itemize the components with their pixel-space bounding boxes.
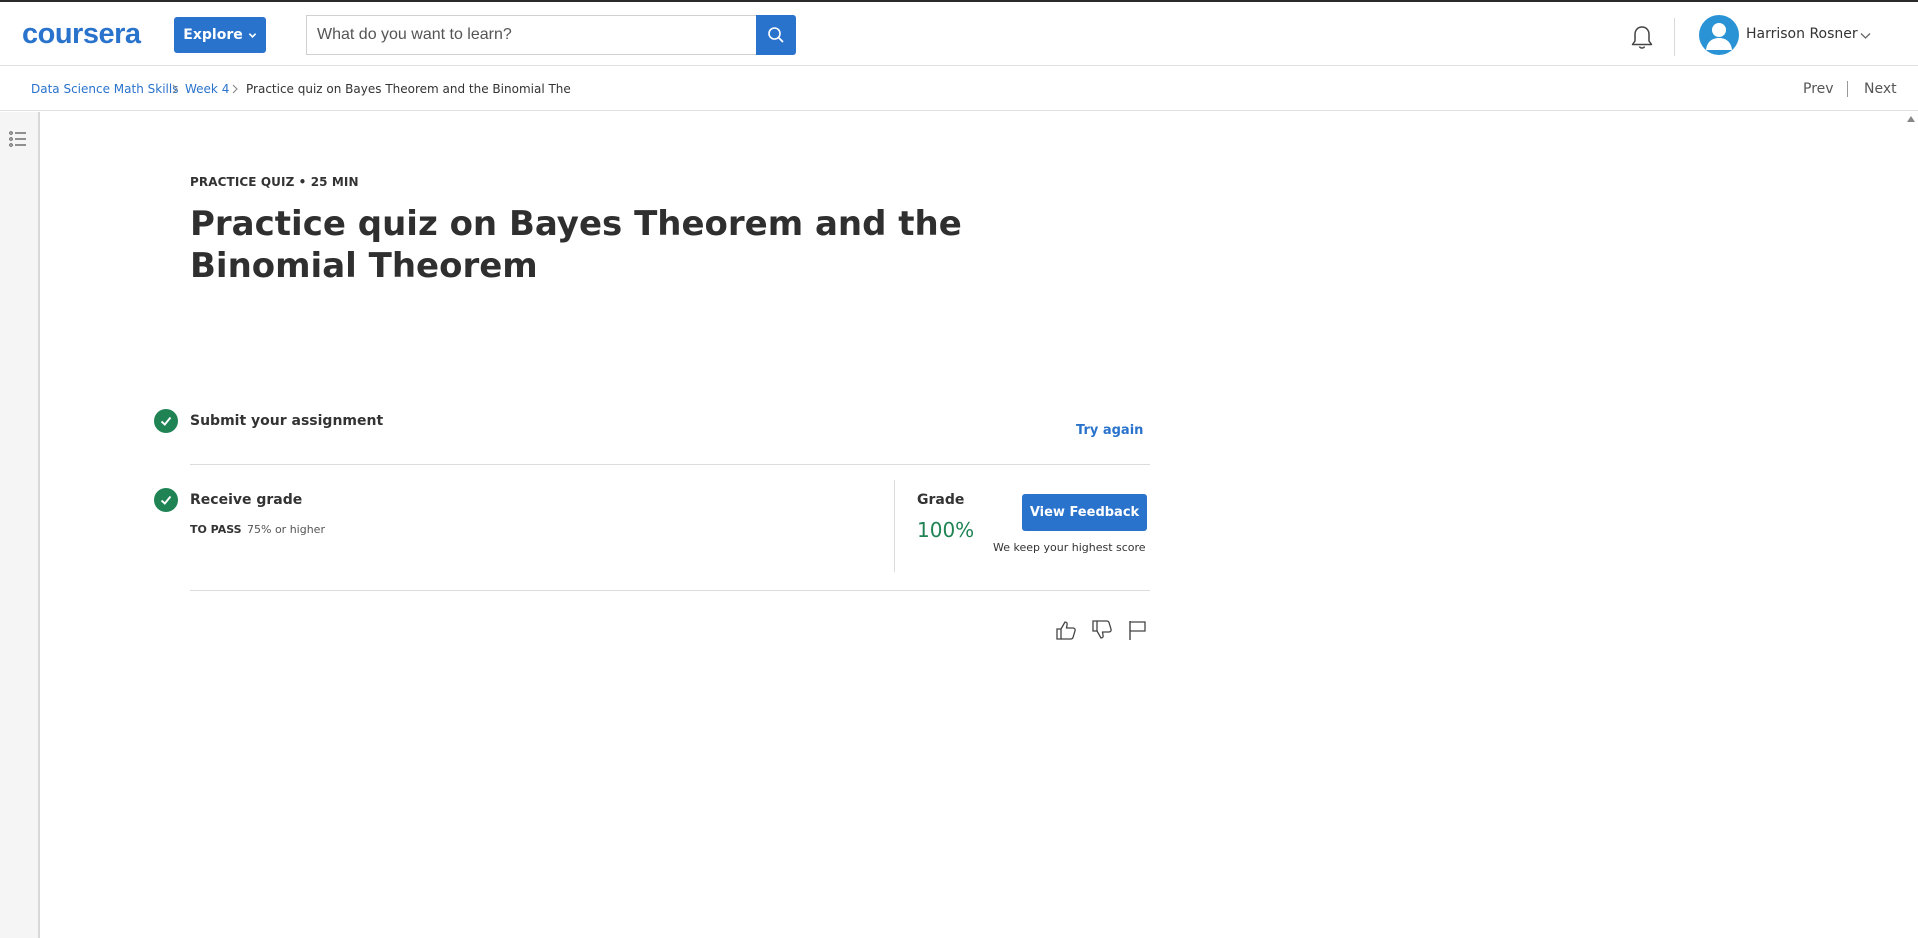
chevron-right-icon bbox=[172, 84, 178, 94]
course-outline-sidebar bbox=[0, 112, 40, 938]
highest-score-note: We keep your highest score bbox=[993, 541, 1146, 554]
prev-next-divider bbox=[1847, 81, 1848, 97]
chevron-down-icon bbox=[248, 32, 256, 38]
submit-assignment-label: Submit your assignment bbox=[190, 413, 384, 429]
next-link[interactable]: Next bbox=[1864, 81, 1897, 97]
explore-label: Explore bbox=[183, 27, 243, 43]
header-divider bbox=[1674, 18, 1675, 56]
page-scrollbar[interactable] bbox=[1904, 112, 1918, 938]
search-button[interactable] bbox=[756, 15, 796, 55]
thumbs-down-icon[interactable] bbox=[1090, 618, 1114, 642]
grade-divider bbox=[894, 480, 895, 572]
chevron-down-icon[interactable] bbox=[1860, 32, 1871, 40]
receive-grade-label: Receive grade bbox=[190, 492, 303, 508]
course-subnav: Data Science Math Skills Week 4 Practice… bbox=[0, 67, 1918, 111]
bell-icon[interactable] bbox=[1629, 24, 1655, 52]
divider bbox=[190, 464, 1150, 465]
breadcrumb-current: Practice quiz on Bayes Theorem and the B… bbox=[246, 82, 571, 96]
check-circle-icon bbox=[154, 409, 178, 433]
page-title: Practice quiz on Bayes Theorem and the B… bbox=[190, 204, 962, 286]
to-pass-value: 75% or higher bbox=[247, 523, 325, 536]
try-again-link[interactable]: Try again bbox=[1076, 423, 1143, 438]
thumbs-up-icon[interactable] bbox=[1054, 618, 1078, 642]
grade-label: Grade bbox=[917, 492, 965, 508]
scroll-up-arrow-icon[interactable] bbox=[1907, 116, 1915, 122]
explore-button[interactable]: Explore bbox=[174, 17, 266, 53]
search-icon bbox=[768, 27, 784, 43]
list-icon[interactable] bbox=[9, 130, 27, 148]
breadcrumb-course[interactable]: Data Science Math Skills bbox=[31, 82, 178, 96]
prev-link[interactable]: Prev bbox=[1803, 81, 1834, 97]
grade-value: 100% bbox=[917, 518, 975, 542]
chevron-right-icon bbox=[232, 84, 238, 94]
breadcrumb-week[interactable]: Week 4 bbox=[185, 82, 229, 96]
top-header: coursera Explore Harrison Rosner bbox=[0, 2, 1918, 66]
check-circle-icon bbox=[154, 488, 178, 512]
coursera-logo[interactable]: coursera bbox=[22, 18, 141, 51]
flag-icon[interactable] bbox=[1126, 618, 1150, 642]
user-avatar-icon[interactable] bbox=[1699, 15, 1739, 55]
to-pass-label: TO PASS bbox=[190, 523, 242, 536]
search-input[interactable] bbox=[306, 15, 756, 55]
user-name[interactable]: Harrison Rosner bbox=[1746, 26, 1858, 42]
divider bbox=[190, 590, 1150, 591]
quiz-eyebrow: PRACTICE QUIZ • 25 MIN bbox=[190, 175, 359, 189]
view-feedback-button[interactable]: View Feedback bbox=[1022, 494, 1147, 531]
